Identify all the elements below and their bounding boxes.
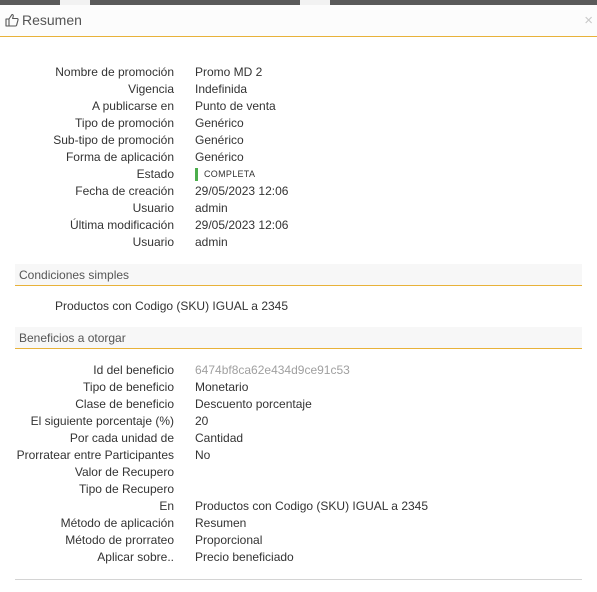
field-label: Nombre de promoción (55, 65, 174, 79)
benefit-row: El siguiente porcentaje (%) 20 (0, 413, 597, 430)
field-value: Descuento porcentaje (195, 397, 312, 411)
field-value: Monetario (195, 380, 249, 394)
section-header-benefits: Beneficios a otorgar (15, 327, 582, 349)
field-label: Tipo de beneficio (83, 380, 174, 394)
field-label: Prorratear entre Participantes (16, 448, 174, 462)
field-label: Clase de beneficio (75, 397, 174, 411)
benefit-row: Tipo de beneficio Monetario (0, 379, 597, 396)
summary-row: Última modificación 29/05/2023 12:06 (0, 217, 597, 234)
benefit-row: Aplicar sobre.. Precio beneficiado (0, 549, 597, 566)
modal-title: Resumen (5, 12, 82, 28)
field-label: A publicarse en (91, 99, 174, 113)
field-label: Estado (136, 167, 174, 181)
field-value: Resumen (195, 516, 247, 530)
summary-row: Forma de aplicación Genérico (0, 149, 597, 166)
field-label: En (159, 499, 174, 513)
field-value: 20 (195, 414, 209, 428)
field-label: El siguiente porcentaje (%) (30, 414, 174, 428)
summary-row: Tipo de promoción Genérico (0, 115, 597, 132)
summary-list: Nombre de promoción Promo MD 2 Vigencia In… (0, 64, 597, 251)
condition-item: Productos con Codigo (SKU) IGUAL a 2345 (55, 299, 289, 313)
thumbs-up-icon (5, 13, 19, 27)
field-value: Genérico (195, 133, 244, 147)
close-icon[interactable]: × (584, 12, 593, 29)
field-label: Método de prorrateo (65, 533, 174, 547)
benefit-row: Tipo de Recupero (0, 481, 597, 498)
field-value: Cantidad (195, 431, 244, 445)
field-value: Punto de venta (195, 99, 276, 113)
benefit-row: En Productos con Codigo (SKU) IGUAL a 234… (0, 498, 597, 515)
field-value: Promo MD 2 (195, 65, 263, 79)
field-label: Por cada unidad de (69, 431, 174, 445)
field-label: Última modificación (69, 218, 174, 232)
summary-row: Usuario admin (0, 200, 597, 217)
field-label: Sub-tipo de promoción (53, 133, 174, 147)
summary-row: Usuario admin (0, 234, 597, 251)
field-label: Forma de aplicación (65, 150, 174, 164)
status-badge: COMPLETA (195, 168, 255, 182)
summary-row: Nombre de promoción Promo MD 2 (0, 64, 597, 81)
modal-header: Resumen × (0, 5, 597, 37)
benefit-row: Valor de Recupero (0, 464, 597, 481)
section-title: Condiciones simples (19, 268, 130, 282)
field-value: 29/05/2023 12:06 (195, 218, 289, 232)
field-value: Precio beneficiado (195, 550, 294, 564)
field-label: Vigencia (128, 82, 174, 96)
field-value: 29/05/2023 12:06 (195, 184, 289, 198)
benefit-row: Clase de beneficio Descuento porcentaje (0, 396, 597, 413)
benefit-id-value: 6474bf8ca62e434d9ce91c53 (195, 363, 350, 377)
benefit-row: Id del beneficio 6474bf8ca62e434d9ce91c53 (0, 362, 597, 379)
field-value: Genérico (195, 116, 244, 130)
benefit-row: Prorratear entre Participantes No (0, 447, 597, 464)
field-label: Tipo de Recupero (79, 482, 174, 496)
field-value: Genérico (195, 150, 244, 164)
field-label: Tipo de promoción (75, 116, 174, 130)
field-value: Productos con Codigo (SKU) IGUAL a 2345 (195, 499, 429, 513)
summary-row: Estado COMPLETA (0, 166, 597, 183)
benefits-list: Id del beneficio 6474bf8ca62e434d9ce91c53… (0, 362, 597, 566)
field-label: Aplicar sobre.. (97, 550, 174, 564)
field-label: Valor de Recupero (74, 465, 174, 479)
field-value: admin (195, 201, 228, 215)
benefit-row: Por cada unidad de Cantidad (0, 430, 597, 447)
summary-row: Vigencia Indefinida (0, 81, 597, 98)
field-value: admin (195, 235, 228, 249)
summary-row: A publicarse en Punto de venta (0, 98, 597, 115)
field-value: Proporcional (195, 533, 263, 547)
benefit-row: Método de prorrateo Proporcional (0, 532, 597, 549)
benefit-row: Método de aplicación Resumen (0, 515, 597, 532)
field-label: Usuario (132, 201, 174, 215)
modal-title-text: Resumen (22, 12, 82, 28)
summary-row: Fecha de creación 29/05/2023 12:06 (0, 183, 597, 200)
field-label: Método de aplicación (60, 516, 174, 530)
field-label: Fecha de creación (75, 184, 174, 198)
field-label: Usuario (132, 235, 174, 249)
summary-row: Sub-tipo de promoción Genérico (0, 132, 597, 149)
footer-divider (15, 579, 582, 580)
field-value: COMPLETA (195, 166, 255, 183)
field-value: No (195, 448, 211, 462)
section-title: Beneficios a otorgar (19, 331, 126, 345)
field-label: Id del beneficio (93, 363, 174, 377)
field-value: Indefinida (195, 82, 248, 96)
section-header-conditions: Condiciones simples (15, 264, 582, 286)
